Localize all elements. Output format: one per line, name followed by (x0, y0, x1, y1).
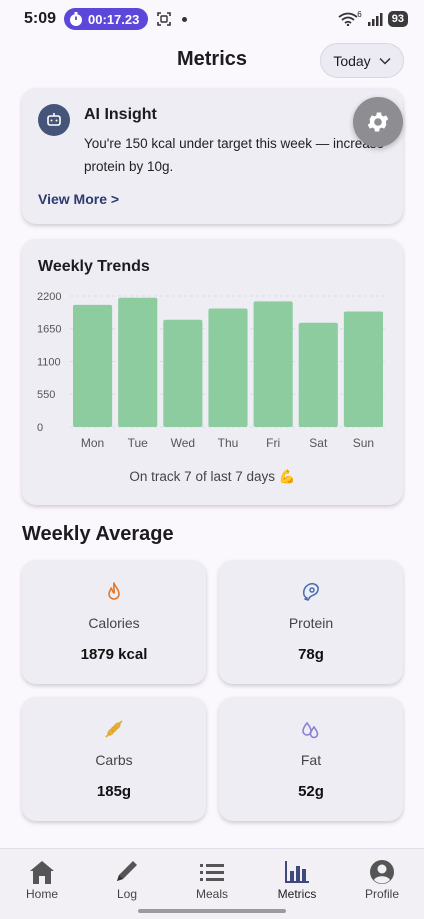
insight-title: AI Insight (84, 106, 157, 123)
settings-button[interactable] (353, 97, 403, 147)
timer-chip[interactable]: 00:17.23 (64, 8, 149, 30)
y-tick-label: 1650 (37, 324, 61, 336)
protein-value: 78g (298, 646, 324, 663)
calories-label: Calories (88, 615, 140, 631)
y-tick-label: 550 (37, 389, 55, 401)
fat-value: 52g (298, 783, 324, 800)
ai-insight-card: AI Insight You're 150 kcal under target … (22, 88, 403, 224)
protein-label: Protein (288, 615, 334, 631)
bar-wed (163, 319, 203, 427)
y-tick-label: 1100 (37, 356, 61, 368)
fat-label: Fat (300, 752, 322, 768)
x-tick-label: Sat (309, 436, 328, 450)
range-dropdown-value: Today (333, 52, 371, 69)
nav-meals[interactable]: Meals (170, 849, 254, 905)
weekly-trends-card: Weekly Trends 0 550 1100 1650 2200 Mon Tue Wed T… (22, 239, 403, 505)
signal-icon (367, 13, 383, 26)
flame-icon (108, 582, 120, 600)
nav-metrics[interactable]: Metrics (255, 849, 339, 905)
robot-icon (38, 104, 70, 136)
calories-card[interactable]: Calories 1879 kcal (22, 560, 206, 684)
view-more-link[interactable]: View More > (38, 191, 119, 207)
carbs-value: 185g (96, 783, 132, 800)
x-tick-label: Wed (171, 436, 195, 450)
gear-icon (367, 112, 389, 132)
bar-mon (73, 304, 113, 427)
nav-log[interactable]: Log (85, 849, 169, 905)
nav-meals-label: Meals (195, 887, 228, 901)
meat-icon (302, 583, 319, 601)
pencil-icon (117, 861, 137, 881)
app-header: Metrics Today (0, 42, 424, 80)
x-tick-label: Thu (218, 436, 239, 450)
protein-card[interactable]: Protein 78g (219, 560, 403, 684)
nav-metrics-label: Metrics (277, 887, 317, 901)
carbs-label: Carbs (95, 752, 133, 768)
nav-home-label: Home (25, 887, 58, 901)
fat-card[interactable]: Fat 52g (219, 697, 403, 821)
trend-summary: On track 7 of last 7 days 💪 (129, 469, 296, 484)
range-dropdown[interactable]: Today (320, 43, 404, 78)
x-tick-label: Sun (353, 436, 374, 450)
status-bar: 5:09 00:17.23 6 93 (0, 0, 424, 38)
chevron-down-icon (379, 57, 391, 65)
nav-profile-label: Profile (364, 887, 399, 901)
weekly-trends-chart: 0 550 1100 1650 2200 Mon Tue Wed Thu Fri Sat Sun (37, 291, 386, 450)
droplets-icon (302, 721, 319, 739)
bar-sat (298, 322, 338, 427)
wifi-icon (338, 12, 358, 26)
insight-text: You're 150 kcal under target this week —… (84, 136, 384, 174)
nav-home[interactable]: Home (0, 849, 84, 905)
bar-thu (208, 308, 248, 427)
x-tick-label: Tue (128, 436, 149, 450)
carbs-card[interactable]: Carbs 185g (22, 697, 206, 821)
timer-value: 00:17.23 (88, 11, 140, 27)
nav-profile[interactable]: Profile (340, 849, 424, 905)
y-tick-label: 2200 (37, 291, 61, 303)
weekly-average-title: Weekly Average (22, 523, 174, 545)
x-tick-label: Fri (266, 436, 280, 450)
status-icons: 6 93 (338, 9, 408, 27)
home-icon (30, 861, 54, 884)
y-tick-label: 0 (37, 422, 43, 434)
list-icon (200, 864, 224, 881)
calories-value: 1879 kcal (80, 646, 148, 663)
notification-dot (182, 16, 188, 22)
stopwatch-icon (70, 12, 83, 26)
battery-level: 93 (387, 11, 408, 27)
wheat-icon (105, 720, 123, 738)
home-indicator (138, 909, 286, 913)
bar-tue (118, 297, 158, 427)
bar-fri (253, 301, 293, 427)
screen-record-icon (157, 12, 172, 26)
bar-sun (343, 311, 383, 427)
signal-superscript: 6 (357, 9, 362, 19)
x-tick-label: Mon (81, 436, 104, 450)
bar-chart-icon (285, 861, 309, 883)
profile-icon (370, 860, 394, 884)
nav-log-label: Log (116, 887, 138, 901)
status-time: 5:09 (24, 10, 57, 27)
